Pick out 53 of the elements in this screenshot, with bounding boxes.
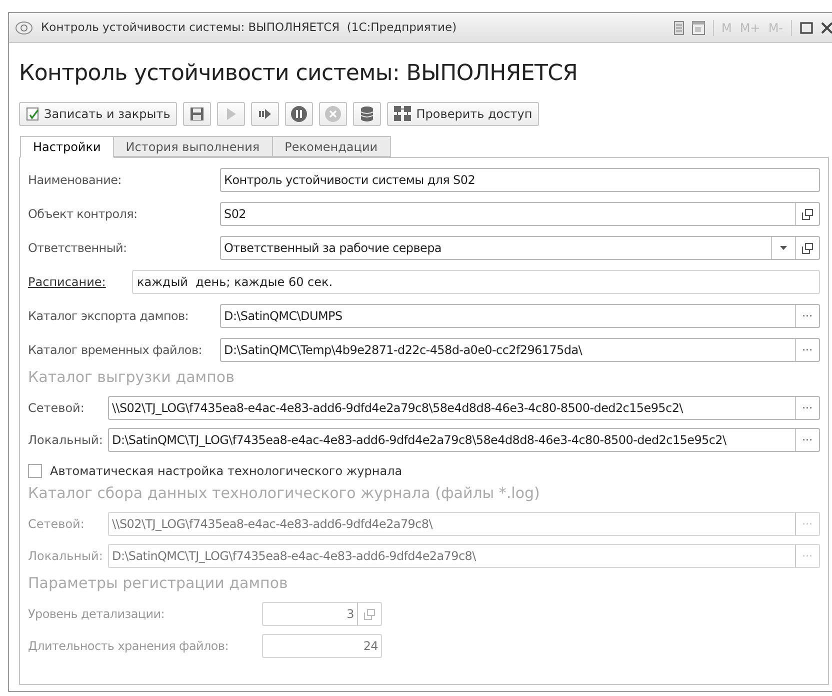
tab[interactable]: Настройки [20,136,114,158]
field-label: Уровень детализации: [28,606,166,623]
section-title: Каталог выгрузки дампов [28,366,236,388]
schedule-field: каждый день; каждые 60 сек. [132,270,820,294]
input-field[interactable]: D:\SatinQMC\TJ_LOG\f7435ea8-e4ac-4e83-add6-9dfd4e2a79c8\58e4d8d8-46e3-4c80-8500-ded2c15e95c2\ [108,428,820,452]
maximize-icon[interactable] [800,22,813,34]
logo-icon [15,20,33,34]
field-label: Каталог временных файлов: [28,342,203,359]
tab[interactable]: Рекомендации [272,136,391,157]
document-icon [26,107,40,121]
field-label: Объект контроля: [28,206,138,223]
network-icon [394,106,412,122]
field-label: Ответственный: [28,240,128,257]
section-title: Каталог сбора данных технологического журнала (файлы *.log) [28,482,541,504]
field-label: Сетевой: [28,516,86,533]
open-icon [802,208,813,220]
toolbar-icon-button[interactable] [251,102,280,126]
play-icon [225,108,238,120]
toolbar-icon-button[interactable] [183,102,212,126]
toolbar-icon-button[interactable] [285,102,314,126]
toolbar-button[interactable]: Проверить доступ [387,102,540,126]
close-icon[interactable] [821,22,832,34]
input-field[interactable]: Ответственный за рабочие сервера [220,236,820,260]
field-label: Сетевой: [28,400,86,417]
checkbox[interactable] [28,464,42,478]
field-label: Наименование: [28,172,122,189]
pause-icon [291,106,308,122]
stop-icon [325,106,342,122]
calculator-icon[interactable] [674,20,684,34]
field-label: Локальный: [28,432,104,449]
caret-icon [780,246,787,250]
checkbox-label: Автоматическая настройка технологического журнала [50,463,402,480]
input-field[interactable]: \\S02\TJ_LOG\f7435ea8-e4ac-4e83-add6-9dfd4e2a79c8\58e4d8d8-46e3-4c80-8500-ded2c15e95c2\ [108,396,820,420]
form-heading: Контроль устойчивости системы: ВЫПОЛНЯЕТСЯ [19,60,579,88]
window-title: Контроль устойчивости системы: ВЫПОЛНЯЕТСЯ (1С:Предприятие) [41,18,458,36]
toolbar-button[interactable]: Записать и закрыть [19,102,178,126]
input-field[interactable]: D:\SatinQMC\DUMPS [220,304,820,328]
step-icon [258,108,272,120]
tab[interactable]: История выполнения [112,136,273,157]
schedule-link[interactable]: Расписание: [28,273,132,291]
field-label: Длительность хранения файлов: [28,638,230,655]
open-icon [364,608,375,620]
toolbar-icon-button[interactable] [353,102,382,126]
calendar-icon[interactable] [692,20,705,34]
input-field[interactable]: S02 [220,202,820,226]
input-field[interactable]: D:\SatinQMC\Temp\4b9e2871-d22c-458d-a0e0-cc2f296175da\ [220,338,820,362]
field-label: Каталог экспорта дампов: [28,308,190,325]
floppy-icon [190,107,204,121]
field-label: Локальный: [28,548,104,565]
open-icon [802,242,813,254]
section-title: Параметры регистрации дампов [28,572,289,594]
database-icon [360,106,374,122]
input-field[interactable]: Контроль устойчивости системы для S02 [220,168,820,192]
